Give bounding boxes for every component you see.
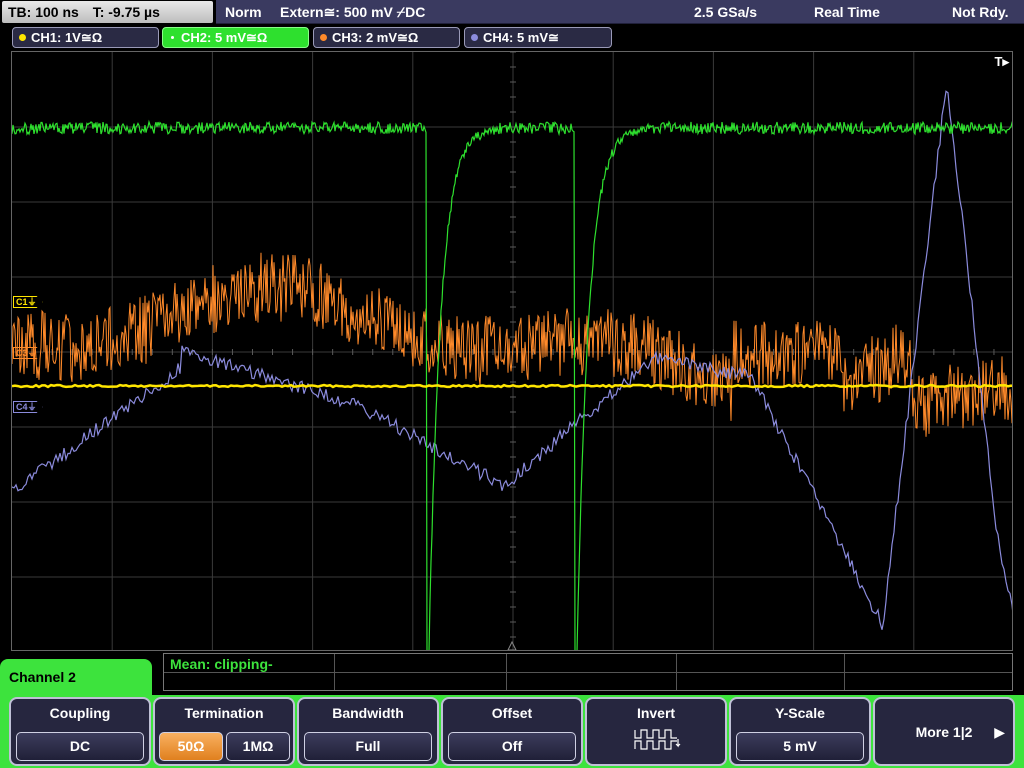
graticule-svg xyxy=(12,52,1012,650)
bandwidth-button[interactable]: Full xyxy=(304,732,432,761)
tab-ch2[interactable]: CH2: 5 mV≅Ω xyxy=(162,27,309,48)
ch1-dot-icon xyxy=(19,34,26,42)
ch1-tab-label: CH1: 1V≅Ω xyxy=(31,30,103,45)
timebase-label: TB: 100 ns xyxy=(8,4,79,20)
more-label: More 1|2 xyxy=(915,724,973,740)
termination-1mohm-button[interactable]: 1MΩ xyxy=(226,732,290,761)
coupling-softkey[interactable]: Coupling DC xyxy=(9,697,151,766)
measurement-col-divider xyxy=(676,654,677,690)
sample-rate: 2.5 GSa/s xyxy=(694,4,758,20)
measurement-result: Mean: clipping- xyxy=(170,656,273,672)
measurement-panel[interactable]: Mean: clipping- xyxy=(163,653,1013,691)
offset-softkey[interactable]: Offset Off xyxy=(441,697,583,766)
trigger-mode: Norm xyxy=(225,4,262,20)
ch3-tab-label: CH3: 2 mV≅Ω xyxy=(332,30,419,45)
ch1-waveform xyxy=(12,383,1012,389)
c4-ground-marker[interactable]: C4⏚ xyxy=(13,401,43,413)
invert-softkey[interactable]: Invert xyxy=(585,697,727,766)
yscale-button[interactable]: 5 mV xyxy=(736,732,864,761)
run-status: Not Rdy. xyxy=(952,4,1009,20)
offset-title: Offset xyxy=(491,705,533,721)
bandwidth-softkey[interactable]: Bandwidth Full xyxy=(297,697,439,766)
c3-ground-marker[interactable]: C3⏚ xyxy=(13,347,43,359)
termination-softkey[interactable]: Termination 50Ω 1MΩ xyxy=(153,697,295,766)
ch2-tab-label: CH2: 5 mV≅Ω xyxy=(181,30,268,45)
termination-50ohm-button[interactable]: 50Ω xyxy=(159,732,223,761)
termination-title: Termination xyxy=(184,705,264,721)
top-status-bar: TB: 100 ns T: -9.75 µs Norm Extern≅: 500… xyxy=(0,0,1024,24)
invert-waveform-icon xyxy=(634,729,681,750)
ch4-dot-icon xyxy=(471,34,478,42)
measurement-col-divider xyxy=(844,654,845,690)
coupling-title: Coupling xyxy=(49,705,111,721)
coupling-button[interactable]: DC xyxy=(16,732,144,761)
menu-title-tab: Channel 2 xyxy=(0,659,152,698)
offset-button[interactable]: Off xyxy=(448,732,576,761)
trigger-source: Extern≅: 500 mV ⌿DC xyxy=(280,4,426,20)
c1-ground-marker[interactable]: C1⏚ xyxy=(13,296,43,308)
ch4-tab-label: CH4: 5 mV≅ xyxy=(483,30,559,45)
more-softkey[interactable]: More 1|2 ▶ xyxy=(873,697,1015,766)
ch3-dot-icon xyxy=(320,34,327,42)
waveform-display[interactable]: C1⏚ C3⏚ C4⏚ T▸ xyxy=(11,51,1013,651)
next-page-arrow-icon: ▶ xyxy=(994,724,1005,740)
trigger-position-marker-icon xyxy=(507,640,517,650)
acquisition-mode: Real Time xyxy=(814,4,880,20)
yscale-softkey[interactable]: Y-Scale 5 mV xyxy=(729,697,871,766)
invert-title: Invert xyxy=(636,705,676,721)
channel-tabs: CH1: 1V≅Ω CH2: 5 mV≅Ω CH3: 2 mV≅Ω CH4: 5… xyxy=(0,27,1024,49)
measurement-col-divider xyxy=(334,654,335,690)
acquisition-status-strip[interactable]: Norm Extern≅: 500 mV ⌿DC 2.5 GSa/s Real … xyxy=(216,0,1024,24)
bandwidth-title: Bandwidth xyxy=(332,705,404,721)
timebase-box[interactable]: TB: 100 ns T: -9.75 µs xyxy=(2,1,213,23)
measurement-col-divider xyxy=(506,654,507,690)
ch2-dot-icon xyxy=(169,34,176,42)
menu-title: Channel 2 xyxy=(9,669,76,685)
trigger-marker[interactable]: T▸ xyxy=(995,54,1009,70)
trigger-position-label: T: -9.75 µs xyxy=(92,4,160,20)
tab-ch1[interactable]: CH1: 1V≅Ω xyxy=(12,27,159,48)
yscale-title: Y-Scale xyxy=(775,705,825,721)
tab-ch4[interactable]: CH4: 5 mV≅ xyxy=(464,27,612,48)
tab-ch3[interactable]: CH3: 2 mV≅Ω xyxy=(313,27,460,48)
measurement-divider xyxy=(164,672,1012,673)
